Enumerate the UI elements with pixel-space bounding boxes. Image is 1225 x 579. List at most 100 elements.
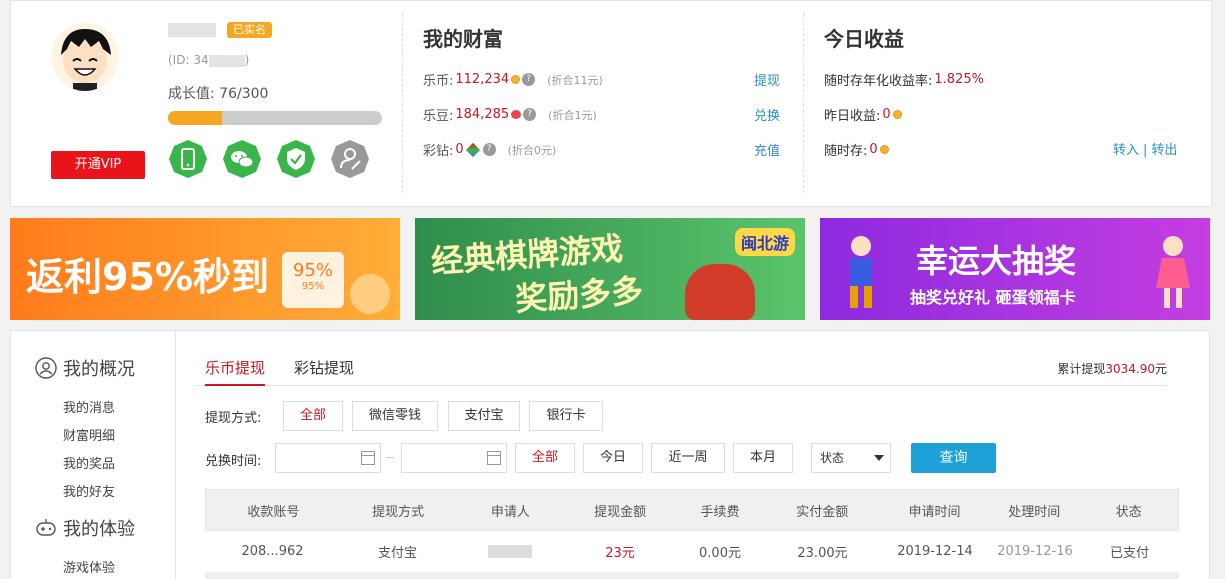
user-id-suffix: ): [244, 53, 250, 67]
transfer-in-link[interactable]: 转入: [1113, 143, 1139, 158]
sidebar-item-messages[interactable]: 我的消息: [63, 397, 115, 416]
start-date-input[interactable]: [275, 443, 381, 473]
time-all-button[interactable]: 全部: [515, 443, 575, 473]
help-icon[interactable]: ?: [482, 143, 496, 156]
time-month-button[interactable]: 本月: [733, 443, 793, 473]
withdraw-table: 收款账号 提现方式 申请人 提现金额 手续费 实付金额 申请时间 处理时间 状态…: [205, 489, 1179, 573]
growth-value: 成长值: 76/300: [168, 83, 268, 103]
account-summary-panel: 开通VIP 已实名 (ID: 34) 成长值: 76/300 我的财富 乐币: …: [10, 0, 1212, 207]
wechat-icon[interactable]: [222, 139, 262, 179]
method-filter-label: 提现方式:: [205, 411, 262, 426]
sidebar-item-game-experience[interactable]: 游戏体验: [63, 557, 115, 576]
lebi-note: (折合11元): [547, 73, 603, 87]
cell-applicant: [455, 544, 565, 559]
rebate-card: 95% 95%: [282, 252, 344, 308]
left-sidebar: 我的概况 我的消息 财富明细 我的奖品 我的好友 我的体验 游戏体验: [11, 331, 176, 579]
diamond-icon: [465, 142, 480, 157]
wealth-row-lebi: 乐币: 112,234 ? (折合11元): [423, 70, 603, 89]
experience-title: 我的体验: [63, 519, 135, 540]
user-circle-icon: [35, 357, 57, 379]
verified-badge: 已实名: [227, 22, 272, 38]
cell-paid: 23.00元: [797, 546, 848, 561]
piggy-bank-icon: [350, 274, 390, 314]
exchange-link[interactable]: 兑换: [754, 105, 780, 124]
col-paid: 实付金额: [796, 504, 849, 520]
method-bank-button[interactable]: 银行卡: [529, 401, 603, 431]
girl-illustration-icon: [1150, 232, 1196, 312]
divider: [803, 13, 804, 193]
cell-processed-time: 2019-12-16: [997, 544, 1073, 559]
shield-check-icon[interactable]: [276, 139, 316, 179]
deposit-row: 随时存: 0: [824, 140, 889, 159]
sidebar-item-wealth-detail[interactable]: 财富明细: [63, 425, 115, 444]
coin-icon: [879, 145, 889, 154]
gamepad-icon: [36, 519, 56, 536]
col-processed-time: 处理时间: [1008, 504, 1061, 520]
transfer-out-link[interactable]: 转出: [1151, 143, 1177, 158]
lottery-banner-title: 幸运大抽奖: [916, 242, 1077, 280]
table-next-row: [205, 573, 1179, 579]
growth-progress-bar: [168, 111, 382, 125]
sidebar-item-friends[interactable]: 我的好友: [63, 481, 115, 500]
tab-lebi-withdraw[interactable]: 乐币提现: [205, 356, 266, 386]
overview-section-header: 我的概况: [35, 355, 135, 381]
avatar[interactable]: [51, 23, 119, 91]
coin-icon: [511, 75, 521, 84]
col-fee: 手续费: [700, 504, 740, 520]
tab-caizuan-withdraw[interactable]: 彩钻提现: [294, 356, 354, 386]
recharge-link[interactable]: 充值: [754, 140, 780, 159]
user-verify-icon[interactable]: [330, 139, 370, 179]
transfer-links: 转入 | 转出: [1113, 139, 1177, 158]
withdraw-link[interactable]: 提现: [754, 70, 780, 89]
query-button[interactable]: 查询: [911, 443, 996, 473]
phone-icon[interactable]: [168, 139, 208, 179]
rebate-card-subtext: 95%: [301, 281, 325, 292]
deposit-value: 0: [869, 142, 878, 157]
rate-label: 随时存年化收益率:: [824, 74, 933, 89]
deposit-label: 随时存:: [824, 144, 868, 159]
method-all-button[interactable]: 全部: [283, 401, 343, 431]
rebate-banner[interactable]: 返利95%秒到 95% 95%: [10, 218, 400, 320]
bean-icon: [511, 110, 522, 119]
col-account: 收款账号: [247, 504, 300, 520]
chess-banner-line2: 奖励多多: [513, 271, 645, 319]
table-row: 208...962 支付宝 23元 0.00元 23.00元 2019-12-1…: [205, 531, 1179, 573]
ledou-note: (折合1元): [548, 108, 597, 122]
end-date-input[interactable]: [401, 443, 507, 473]
total-withdrawn-unit: 元: [1154, 362, 1167, 376]
chess-game-banner[interactable]: 经典棋牌游戏 奖励多多 闽北游: [415, 218, 805, 320]
growth-number: 76/300: [219, 86, 269, 102]
yesterday-row: 昨日收益: 0: [824, 105, 902, 124]
rebate-card-text: 95%: [292, 260, 333, 281]
sidebar-item-prizes[interactable]: 我的奖品: [63, 453, 115, 472]
caizuan-value: 0: [455, 142, 464, 157]
yesterday-label: 昨日收益:: [824, 109, 881, 124]
method-alipay-button[interactable]: 支付宝: [448, 401, 520, 431]
overview-title: 我的概况: [63, 359, 135, 380]
cell-applied-time: 2019-12-14: [897, 544, 973, 559]
divider: [402, 13, 403, 193]
col-amount: 提现金额: [594, 504, 647, 520]
help-icon[interactable]: ?: [522, 73, 536, 86]
time-week-button[interactable]: 近一周: [651, 443, 725, 473]
wealth-row-ledou: 乐豆: 184,285 ? (折合1元): [423, 105, 597, 124]
time-filter-label: 兑换时间:: [205, 454, 262, 469]
date-range-dash: [386, 457, 394, 458]
growth-progress-fill: [168, 111, 223, 125]
col-status: 状态: [1115, 504, 1142, 520]
boy-illustration-icon: [838, 232, 884, 312]
calendar-icon: [361, 451, 375, 465]
cell-account: 208...962: [241, 544, 304, 559]
rate-value: 1.825%: [934, 72, 984, 87]
status-select-value: 状态: [820, 451, 845, 465]
coin-icon: [892, 110, 902, 119]
lottery-banner[interactable]: 幸运大抽奖 抽奖兑好礼 砸蛋领福卡: [820, 218, 1210, 320]
status-select[interactable]: 状态: [811, 443, 891, 473]
method-wechat-button[interactable]: 微信零钱: [352, 401, 438, 431]
time-today-button[interactable]: 今日: [583, 443, 643, 473]
total-withdrawn-value: 3034.90: [1105, 362, 1155, 376]
lebi-label: 乐币:: [423, 74, 454, 89]
user-id-prefix: (ID: 34: [168, 53, 209, 67]
open-vip-button[interactable]: 开通VIP: [51, 151, 145, 179]
help-icon[interactable]: ?: [523, 108, 537, 121]
